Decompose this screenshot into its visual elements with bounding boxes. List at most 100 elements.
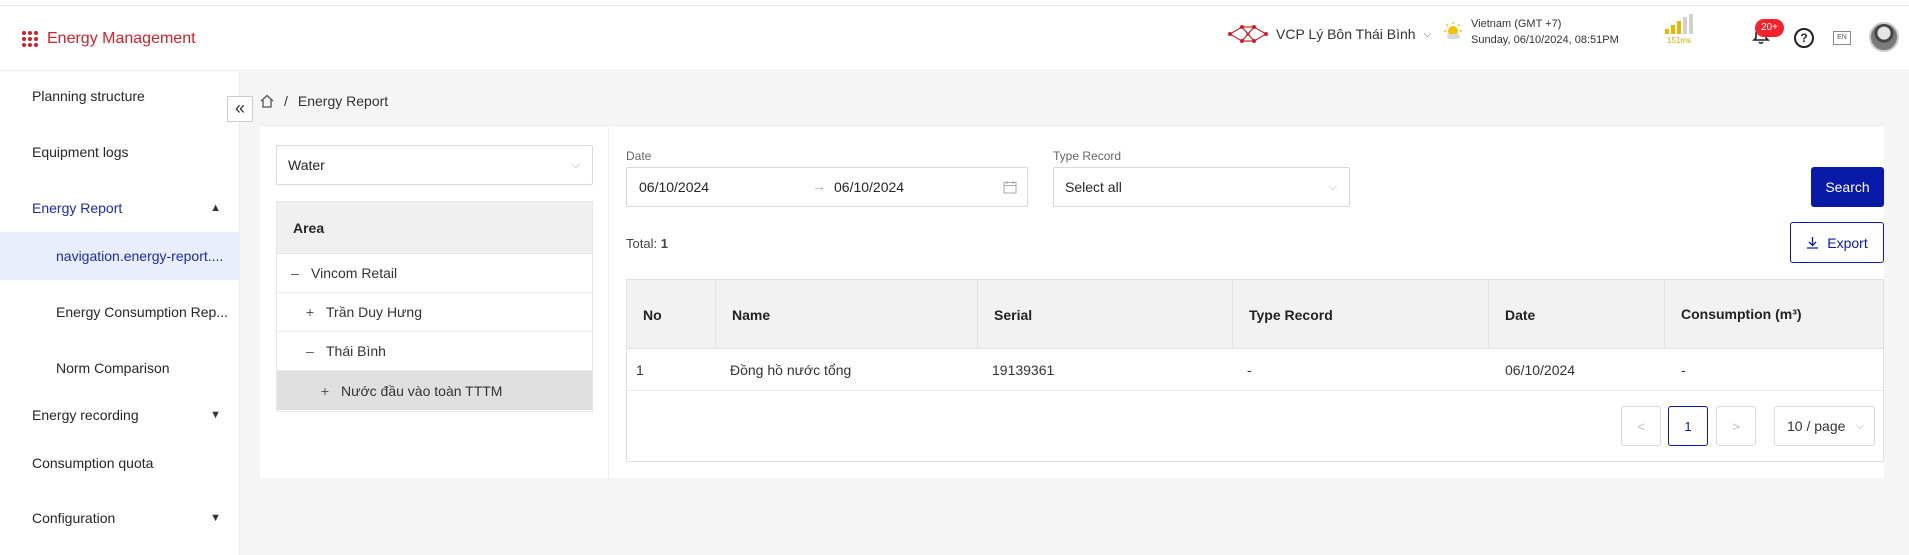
apps-grid-icon[interactable] — [22, 31, 38, 47]
pagination-prev-button[interactable]: < — [1621, 406, 1661, 446]
sidebar-item-label: Energy recording — [32, 407, 139, 423]
sidebar-item-label: Equipment logs — [32, 144, 129, 160]
chevron-down-icon: ⌵ — [571, 158, 580, 171]
sidebar-item-label: navigation.energy-report.... — [56, 248, 224, 264]
top-border — [0, 0, 1909, 6]
panel-divider — [608, 127, 609, 478]
collapse-sidebar-icon[interactable]: « — [227, 96, 253, 122]
energy-type-select[interactable]: Water ⌵ — [276, 145, 593, 185]
app-brand[interactable]: Energy Management — [22, 30, 196, 48]
tree-node-label: Nước đầu vào toàn TTTM — [341, 382, 503, 399]
chevron-down-icon: ⌵ — [1855, 419, 1864, 432]
cell-serial: 19139361 — [992, 361, 1055, 378]
weather-partly-cloudy-icon — [1444, 22, 1462, 39]
sidebar-item-energy-report[interactable]: Energy Report ▲ — [0, 184, 239, 232]
notification-badge: 20+ — [1755, 19, 1784, 37]
tree-node-nuoc-dau-vao[interactable]: + Nước đầu vào toàn TTTM — [277, 371, 592, 410]
sidebar-item-equipment-logs[interactable]: Equipment logs — [0, 128, 239, 176]
column-header-serial[interactable]: Serial — [978, 280, 1233, 349]
latency-label: 151ms — [1666, 36, 1691, 45]
type-record-value: Select all — [1065, 179, 1122, 195]
help-icon[interactable]: ? — [1794, 28, 1814, 48]
pagination-next-button[interactable]: > — [1716, 406, 1756, 446]
breadcrumb-current: Energy Report — [297, 93, 389, 109]
chevron-down-icon: ▼ — [210, 512, 221, 524]
tree-node-label: Vincom Retail — [311, 265, 398, 281]
type-record-label: Type Record — [1053, 149, 1122, 163]
tree-node-vincom-retail[interactable]: – Vincom Retail — [277, 254, 592, 293]
sidebar-item-norm-comparison[interactable]: Norm Comparison — [0, 344, 239, 392]
site-selector[interactable]: VCP Lý Bôn Thái Bình ⌵ — [1228, 23, 1431, 45]
tree-node-label: Thái Bình — [326, 343, 386, 359]
area-tree-header: Area — [277, 202, 592, 254]
tree-node-thai-binh[interactable]: – Thái Bình — [277, 332, 592, 371]
sidebar-item-energy-recording[interactable]: Energy recording ▼ — [0, 391, 239, 439]
sidebar: Planning structure Equipment logs Energy… — [0, 72, 240, 555]
sidebar-item-energy-consumption-report[interactable]: Energy Consumption Rep... — [0, 288, 239, 336]
app-header: Energy Management — [0, 7, 1909, 71]
column-header-consumption[interactable]: Consumption (m³) — [1665, 280, 1883, 349]
total-label: Total: — [626, 236, 658, 251]
energy-type-value: Water — [288, 157, 325, 173]
column-header-date[interactable]: Date — [1489, 280, 1665, 349]
tree-node-label: Trần Duy Hưng — [326, 304, 422, 320]
sidebar-item-label: Energy Consumption Rep... — [56, 304, 228, 320]
timezone-label: Vietnam (GMT +7) — [1471, 18, 1562, 30]
sidebar-item-energy-report-sub[interactable]: navigation.energy-report.... — [0, 232, 239, 280]
chevron-down-icon: ⌵ — [1423, 28, 1432, 40]
cell-no: 1 — [636, 361, 644, 378]
table-header: No Name Serial Type Record Date Consumpt… — [627, 280, 1883, 349]
date-from-value[interactable]: 06/10/2024 — [639, 179, 709, 195]
datetime-label: Sunday, 06/10/2024, 08:51PM — [1471, 34, 1619, 46]
chevron-down-icon: ▼ — [210, 409, 221, 421]
export-button[interactable]: Export — [1790, 222, 1884, 263]
total-value: 1 — [660, 236, 668, 251]
app-title: Energy Management — [47, 30, 196, 47]
tree-node-tran-duy-hung[interactable]: + Trần Duy Hưng — [277, 293, 592, 332]
pagination-page-1[interactable]: 1 — [1668, 406, 1708, 446]
sidebar-item-label: Energy Report — [32, 200, 123, 216]
chevron-down-icon: ⌵ — [1328, 180, 1337, 193]
sidebar-item-label: Configuration — [32, 510, 116, 526]
search-button[interactable]: Search — [1811, 167, 1884, 207]
cell-name: Đồng hồ nước tổng — [730, 361, 852, 378]
page-size-select[interactable]: 10 / page ⌵ — [1774, 406, 1875, 446]
signal-bars-icon — [1664, 14, 1694, 34]
date-label: Date — [626, 149, 652, 163]
user-avatar[interactable] — [1869, 22, 1899, 52]
sidebar-item-label: Norm Comparison — [56, 360, 170, 376]
weather-widget: Vietnam (GMT +7) Sunday, 06/10/2024, 08:… — [1443, 16, 1619, 48]
home-icon[interactable] — [260, 94, 274, 108]
cell-date: 06/10/2024 — [1505, 361, 1576, 378]
type-record-select[interactable]: Select all ⌵ — [1053, 167, 1350, 207]
date-range-picker[interactable]: 06/10/2024 → 06/10/2024 — [626, 167, 1028, 207]
connection-signal: 151ms — [1664, 14, 1694, 45]
site-name: VCP Lý Bôn Thái Bình — [1276, 26, 1416, 42]
sidebar-item-consumption-quota[interactable]: Consumption quota — [0, 439, 239, 487]
breadcrumb: / Energy Report — [260, 93, 388, 109]
chevron-up-icon: ▲ — [210, 202, 221, 214]
column-header-no[interactable]: No — [627, 280, 716, 349]
arrow-right-icon: → — [812, 178, 826, 194]
cell-consumption: - — [1681, 361, 1686, 378]
column-header-type-record[interactable]: Type Record — [1233, 280, 1489, 349]
export-label: Export — [1827, 234, 1868, 251]
sidebar-item-label: Planning structure — [32, 88, 145, 104]
site-network-logo-icon — [1228, 25, 1268, 43]
total-count: Total: 1 — [626, 236, 668, 251]
date-to-value[interactable]: 06/10/2024 — [834, 179, 904, 195]
cell-type-record: - — [1247, 361, 1252, 378]
column-header-name[interactable]: Name — [716, 280, 978, 349]
language-switcher[interactable]: EN — [1833, 31, 1851, 45]
sidebar-item-label: Consumption quota — [32, 455, 154, 471]
download-icon — [1807, 237, 1819, 249]
page-size-value: 10 / page — [1787, 418, 1846, 434]
collapse-minus-icon[interactable]: – — [304, 344, 316, 358]
row-divider — [627, 390, 1883, 391]
report-table: No Name Serial Type Record Date Consumpt… — [626, 279, 1884, 462]
sidebar-item-planning-structure[interactable]: Planning structure — [0, 72, 239, 120]
expand-plus-icon[interactable]: + — [319, 384, 331, 398]
expand-plus-icon[interactable]: + — [304, 305, 316, 319]
sidebar-item-configuration[interactable]: Configuration ▼ — [0, 494, 239, 542]
collapse-minus-icon[interactable]: – — [289, 266, 301, 280]
